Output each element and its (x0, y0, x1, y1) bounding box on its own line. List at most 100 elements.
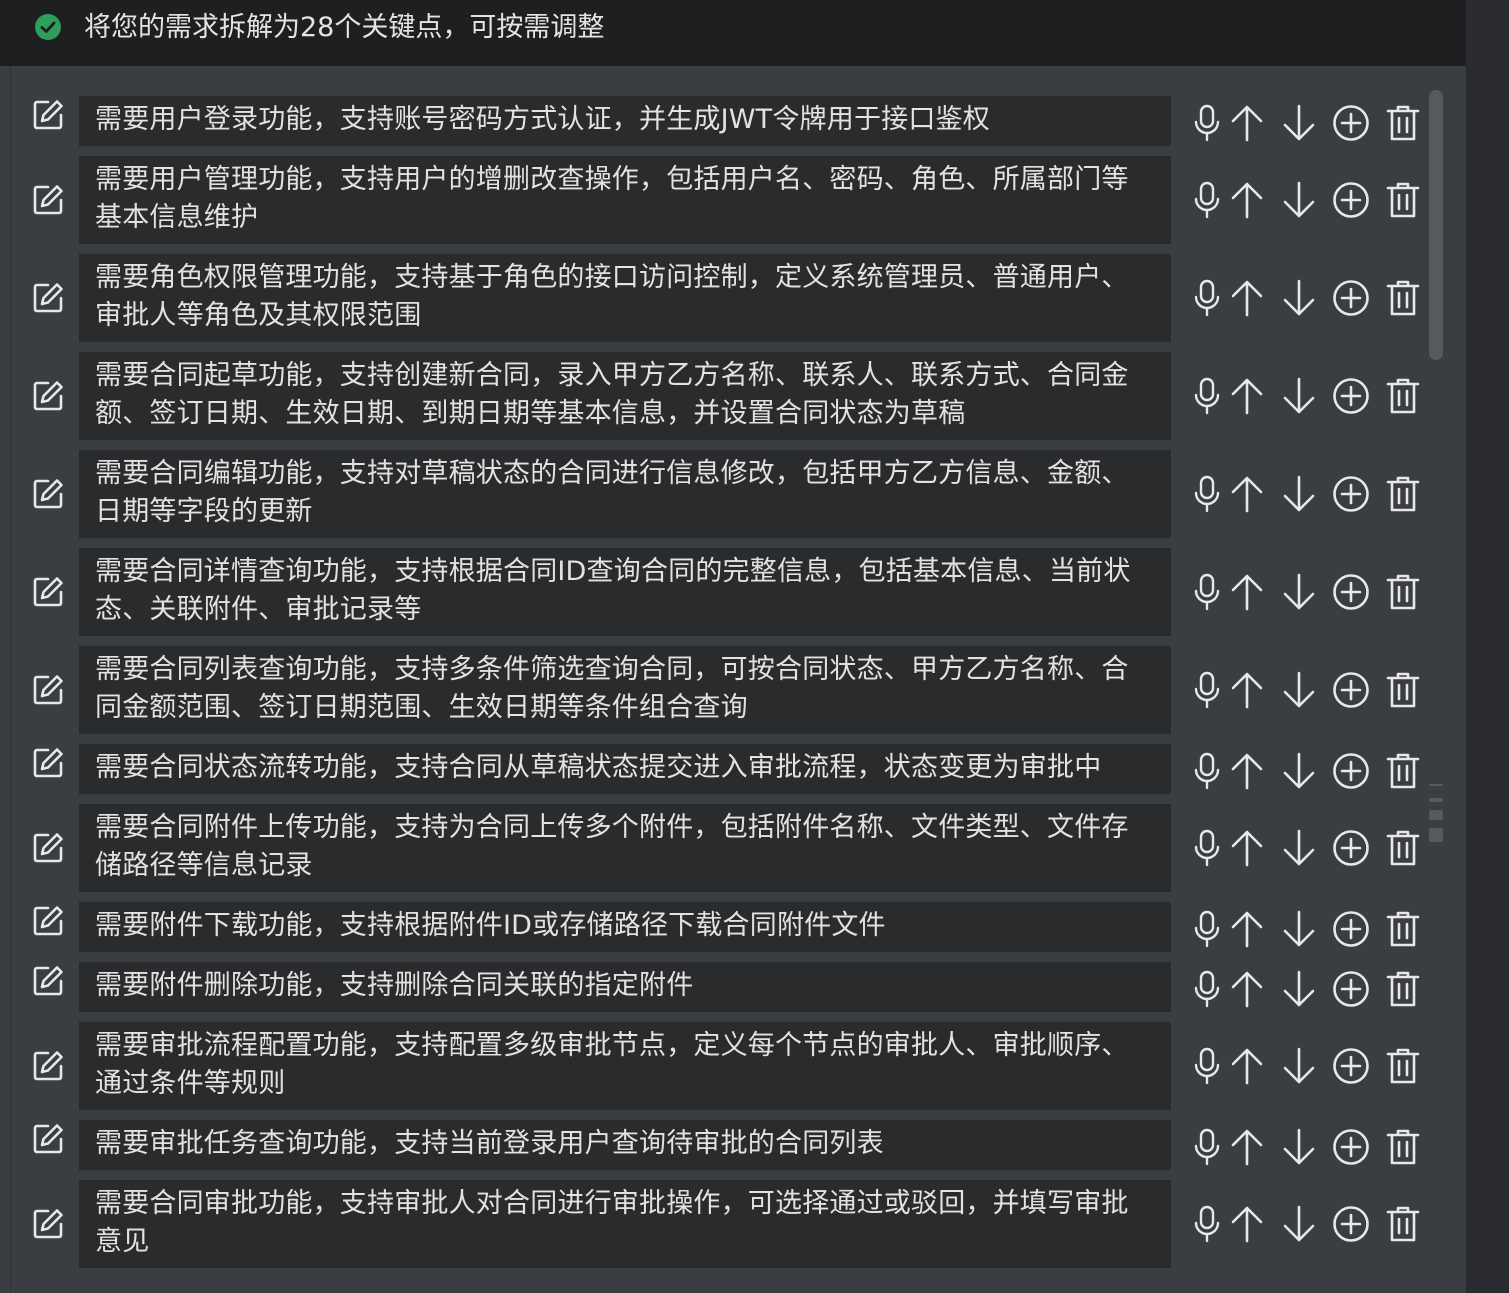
arrow-down-icon[interactable] (1279, 828, 1319, 868)
microphone-icon[interactable] (1187, 1204, 1227, 1244)
microphone-icon[interactable] (1187, 1127, 1227, 1167)
edit-icon[interactable] (31, 575, 65, 609)
trash-icon[interactable] (1383, 751, 1423, 791)
microphone-icon[interactable] (1187, 1046, 1227, 1086)
plus-circle-icon[interactable] (1331, 103, 1371, 143)
microphone-icon[interactable] (1187, 670, 1227, 710)
arrow-up-icon[interactable] (1227, 909, 1267, 949)
arrow-down-icon[interactable] (1279, 278, 1319, 318)
arrow-down-icon[interactable] (1279, 572, 1319, 612)
edit-icon[interactable] (31, 98, 65, 132)
key-point-text[interactable]: 需要合同状态流转功能，支持合同从草稿状态提交进入审批流程，状态变更为审批中 (79, 744, 1171, 794)
plus-circle-icon[interactable] (1331, 670, 1371, 710)
arrow-down-icon[interactable] (1279, 376, 1319, 416)
trash-icon[interactable] (1383, 909, 1423, 949)
edit-icon[interactable] (31, 1207, 65, 1241)
plus-circle-icon[interactable] (1331, 751, 1371, 791)
key-point-text[interactable]: 需要用户管理功能，支持用户的增删改查操作，包括用户名、密码、角色、所属部门等基本… (79, 156, 1171, 244)
arrow-up-icon[interactable] (1227, 103, 1267, 143)
edit-icon[interactable] (31, 183, 65, 217)
key-point-text[interactable]: 需要合同起草功能，支持创建新合同，录入甲方乙方名称、联系人、联系方式、合同金额、… (79, 352, 1171, 440)
arrow-down-icon[interactable] (1279, 909, 1319, 949)
arrow-up-icon[interactable] (1227, 474, 1267, 514)
arrow-down-icon[interactable] (1279, 1204, 1319, 1244)
edit-icon[interactable] (31, 831, 65, 865)
microphone-icon[interactable] (1187, 180, 1227, 220)
edit-icon[interactable] (31, 904, 65, 938)
arrow-down-icon[interactable] (1279, 1127, 1319, 1167)
edit-icon[interactable] (31, 746, 65, 780)
check-circle-icon (34, 13, 62, 41)
microphone-icon[interactable] (1187, 969, 1227, 1009)
microphone-icon[interactable] (1187, 909, 1227, 949)
trash-icon[interactable] (1383, 1204, 1423, 1244)
arrow-up-icon[interactable] (1227, 278, 1267, 318)
arrow-up-icon[interactable] (1227, 1046, 1267, 1086)
key-point-text[interactable]: 需要用户登录功能，支持账号密码方式认证，并生成JWT令牌用于接口鉴权 (79, 96, 1171, 146)
key-point-text[interactable]: 需要角色权限管理功能，支持基于角色的接口访问控制，定义系统管理员、普通用户、审批… (79, 254, 1171, 342)
plus-circle-icon[interactable] (1331, 376, 1371, 416)
edit-icon[interactable] (31, 1122, 65, 1156)
microphone-icon[interactable] (1187, 828, 1227, 868)
arrow-down-icon[interactable] (1279, 180, 1319, 220)
plus-circle-icon[interactable] (1331, 909, 1371, 949)
trash-icon[interactable] (1383, 278, 1423, 318)
key-point-text[interactable]: 需要审批任务查询功能，支持当前登录用户查询待审批的合同列表 (79, 1120, 1171, 1170)
edit-icon[interactable] (31, 379, 65, 413)
key-point-text[interactable]: 需要附件下载功能，支持根据附件ID或存储路径下载合同附件文件 (79, 902, 1171, 952)
edit-icon[interactable] (31, 673, 65, 707)
key-point-text[interactable]: 需要审批流程配置功能，支持配置多级审批节点，定义每个节点的审批人、审批顺序、通过… (79, 1022, 1171, 1110)
arrow-up-icon[interactable] (1227, 376, 1267, 416)
trash-icon[interactable] (1383, 1127, 1423, 1167)
arrow-up-icon[interactable] (1227, 1204, 1267, 1244)
trash-icon[interactable] (1383, 828, 1423, 868)
key-point-text[interactable]: 需要合同审批功能，支持审批人对合同进行审批操作，可选择通过或驳回，并填写审批意见 (79, 1180, 1171, 1268)
key-point-text[interactable]: 需要合同列表查询功能，支持多条件筛选查询合同，可按合同状态、甲方乙方名称、合同金… (79, 646, 1171, 734)
plus-circle-icon[interactable] (1331, 1127, 1371, 1167)
plus-circle-icon[interactable] (1331, 1204, 1371, 1244)
arrow-down-icon[interactable] (1279, 751, 1319, 791)
plus-circle-icon[interactable] (1331, 572, 1371, 612)
arrow-up-icon[interactable] (1227, 969, 1267, 1009)
plus-circle-icon[interactable] (1331, 474, 1371, 514)
trash-icon[interactable] (1383, 670, 1423, 710)
arrow-down-icon[interactable] (1279, 103, 1319, 143)
microphone-icon[interactable] (1187, 751, 1227, 791)
trash-icon[interactable] (1383, 376, 1423, 416)
trash-icon[interactable] (1383, 474, 1423, 514)
key-point-text[interactable]: 需要合同附件上传功能，支持为合同上传多个附件，包括附件名称、文件类型、文件存储路… (79, 804, 1171, 892)
key-point-text[interactable]: 需要合同详情查询功能，支持根据合同ID查询合同的完整信息，包括基本信息、当前状态… (79, 548, 1171, 636)
trash-icon[interactable] (1383, 180, 1423, 220)
arrow-up-icon[interactable] (1227, 751, 1267, 791)
trash-icon[interactable] (1383, 1046, 1423, 1086)
trash-icon[interactable] (1383, 969, 1423, 1009)
key-point-text[interactable]: 需要合同编辑功能，支持对草稿状态的合同进行信息修改，包括甲方乙方信息、金额、日期… (79, 450, 1171, 538)
key-point-text[interactable]: 需要附件删除功能，支持删除合同关联的指定附件 (79, 962, 1171, 1012)
microphone-icon[interactable] (1187, 103, 1227, 143)
plus-circle-icon[interactable] (1331, 1046, 1371, 1086)
arrow-down-icon[interactable] (1279, 670, 1319, 710)
microphone-icon[interactable] (1187, 572, 1227, 612)
plus-circle-icon[interactable] (1331, 278, 1371, 318)
key-point-item: 需要合同编辑功能，支持对草稿状态的合同进行信息修改，包括甲方乙方信息、金额、日期… (11, 450, 1465, 538)
edit-icon[interactable] (31, 1049, 65, 1083)
microphone-icon[interactable] (1187, 474, 1227, 514)
arrow-down-icon[interactable] (1279, 1046, 1319, 1086)
arrow-up-icon[interactable] (1227, 1127, 1267, 1167)
edit-icon[interactable] (31, 281, 65, 315)
plus-circle-icon[interactable] (1331, 828, 1371, 868)
arrow-up-icon[interactable] (1227, 828, 1267, 868)
arrow-up-icon[interactable] (1227, 180, 1267, 220)
arrow-down-icon[interactable] (1279, 474, 1319, 514)
plus-circle-icon[interactable] (1331, 180, 1371, 220)
microphone-icon[interactable] (1187, 278, 1227, 318)
arrow-up-icon[interactable] (1227, 670, 1267, 710)
trash-icon[interactable] (1383, 103, 1423, 143)
microphone-icon[interactable] (1187, 376, 1227, 416)
arrow-down-icon[interactable] (1279, 969, 1319, 1009)
arrow-up-icon[interactable] (1227, 572, 1267, 612)
trash-icon[interactable] (1383, 572, 1423, 612)
plus-circle-icon[interactable] (1331, 969, 1371, 1009)
edit-icon[interactable] (31, 964, 65, 998)
edit-icon[interactable] (31, 477, 65, 511)
